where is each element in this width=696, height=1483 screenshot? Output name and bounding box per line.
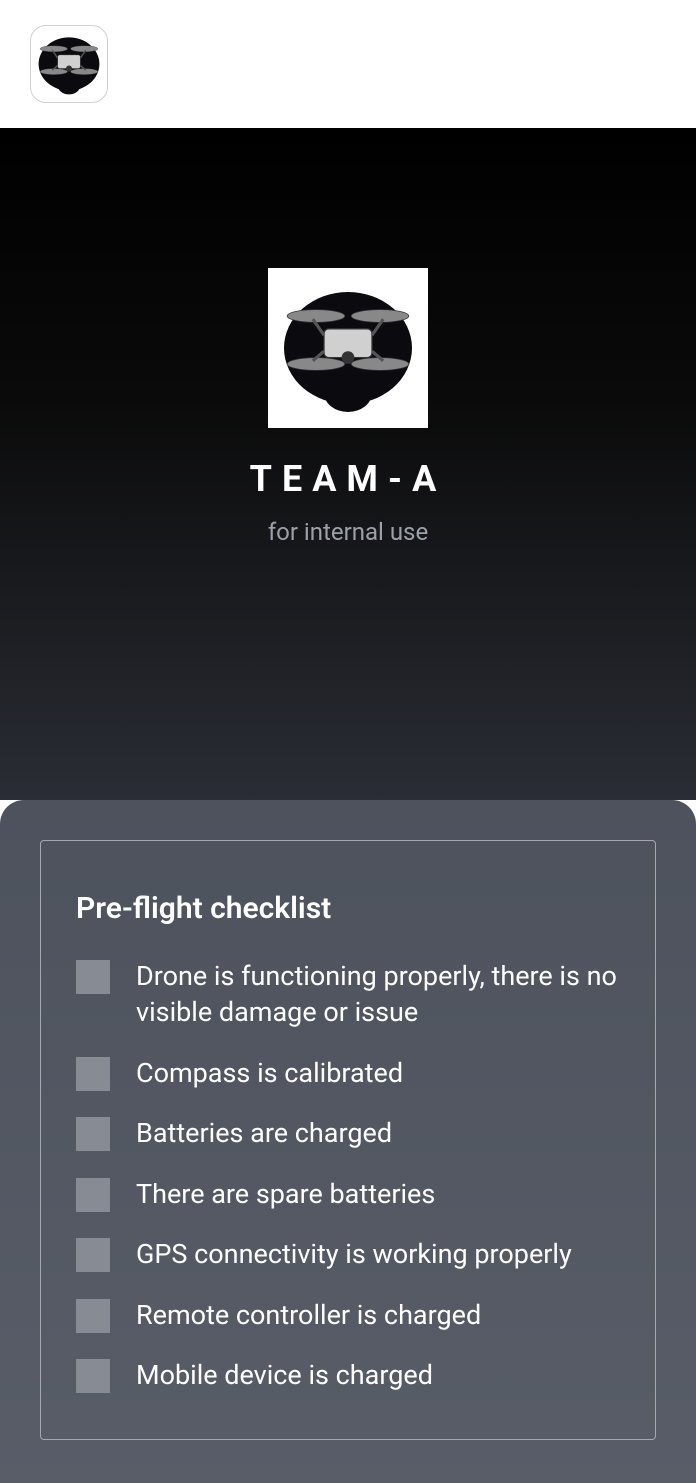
top-bar xyxy=(0,0,696,128)
checklist-item: Remote controller is charged xyxy=(76,1297,620,1333)
checklist-item-label: Mobile device is charged xyxy=(136,1357,433,1393)
checkbox[interactable] xyxy=(76,1117,110,1151)
checklist-item-label: There are spare batteries xyxy=(136,1176,435,1212)
checkbox[interactable] xyxy=(76,1359,110,1393)
checkbox[interactable] xyxy=(76,1299,110,1333)
checklist-item-label: Batteries are charged xyxy=(136,1115,392,1151)
checklist-item: Mobile device is charged xyxy=(76,1357,620,1393)
drone-icon xyxy=(268,268,428,428)
checklist-title: Pre-flight checklist xyxy=(76,891,620,926)
checklist-item: Compass is calibrated xyxy=(76,1055,620,1091)
checkbox[interactable] xyxy=(76,960,110,994)
checklist-item-label: Drone is functioning properly, there is … xyxy=(136,958,620,1031)
checklist-item: There are spare batteries xyxy=(76,1176,620,1212)
app-icon-small[interactable] xyxy=(30,25,108,103)
checkbox[interactable] xyxy=(76,1238,110,1272)
checkbox[interactable] xyxy=(76,1178,110,1212)
checkbox[interactable] xyxy=(76,1057,110,1091)
checklist-panel: Pre-flight checklist Drone is functionin… xyxy=(0,800,696,1483)
app-icon-large xyxy=(268,268,428,428)
checklist-item-label: Compass is calibrated xyxy=(136,1055,403,1091)
checklist-item: GPS connectivity is working properly xyxy=(76,1236,620,1272)
checklist-card: Pre-flight checklist Drone is functionin… xyxy=(40,840,656,1440)
hero-subtitle: for internal use xyxy=(268,518,428,546)
checklist-item-label: GPS connectivity is working properly xyxy=(136,1236,572,1272)
checklist-item-label: Remote controller is charged xyxy=(136,1297,481,1333)
checklist-item: Drone is functioning properly, there is … xyxy=(76,958,620,1031)
checklist-item: Batteries are charged xyxy=(76,1115,620,1151)
drone-icon xyxy=(31,26,107,102)
hero-section: TEAM-A for internal use xyxy=(0,128,696,800)
hero-title: TEAM-A xyxy=(250,458,447,500)
